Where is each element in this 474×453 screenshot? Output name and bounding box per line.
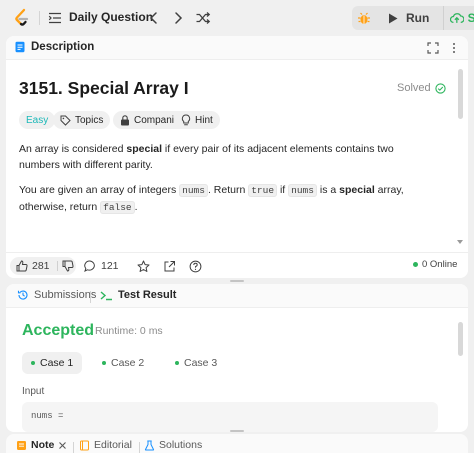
tab-submissions[interactable]: Submissions — [17, 289, 96, 301]
problem-list-icon[interactable] — [48, 11, 62, 25]
runtime-text: Runtime: 0 ms — [95, 325, 163, 337]
share-icon[interactable] — [163, 260, 176, 273]
like-count: 281 — [32, 260, 50, 272]
tab-editorial-label: Editorial — [94, 439, 132, 451]
result-status: Accepted — [22, 322, 95, 339]
difficulty-badge: Easy — [19, 111, 56, 129]
scroll-down-arrow-icon[interactable] — [457, 240, 463, 244]
hint-label: Hint — [195, 114, 213, 126]
description-paragraph-1: An array is considered special if every … — [19, 143, 394, 171]
tab-description-label: Description — [31, 41, 95, 53]
result-panel: Submissions Test Result Accepted Runtime… — [6, 284, 468, 432]
more-options-icon[interactable] — [448, 42, 460, 54]
tab-divider — [139, 442, 140, 453]
case-tab-label: Case 1 — [40, 357, 74, 369]
tab-solutions[interactable]: Solutions — [144, 439, 202, 451]
chevron-left-icon[interactable] — [146, 10, 162, 26]
toolbar-divider — [39, 11, 40, 25]
result-tabs: Submissions Test Result — [6, 284, 468, 308]
chevron-right-icon[interactable] — [170, 10, 186, 26]
difficulty-label: Easy — [26, 114, 49, 126]
play-icon — [389, 13, 398, 23]
comments-button[interactable]: 121 — [84, 257, 119, 275]
tab-divider — [90, 291, 91, 303]
input-label: Input — [22, 386, 45, 397]
tab-test-result[interactable]: Test Result — [100, 289, 176, 301]
tab-note-label: Note — [31, 439, 55, 451]
maximize-icon[interactable] — [427, 42, 439, 54]
tab-solutions-label: Solutions — [159, 439, 203, 451]
like-dislike-group: 281 — [10, 257, 76, 275]
help-circle-icon[interactable] — [189, 260, 202, 273]
solved-status: Solved — [397, 82, 446, 94]
panel-resize-handle[interactable] — [230, 280, 244, 282]
history-icon — [17, 290, 28, 300]
description-scrollbar[interactable] — [458, 69, 463, 119]
cloud-upload-icon — [450, 13, 464, 24]
lightbulb-icon — [181, 114, 191, 126]
description-footer: 281 121 0 Online — [6, 252, 468, 278]
pass-dot-icon — [102, 361, 106, 365]
star-icon[interactable] — [137, 260, 150, 273]
tab-submissions-label: Submissions — [34, 289, 97, 301]
panel-resize-handle[interactable] — [230, 430, 244, 432]
comment-icon — [84, 260, 95, 272]
lock-icon — [121, 114, 129, 125]
check-circle-icon — [434, 82, 446, 94]
submit-button-label: Su — [467, 11, 474, 25]
comment-count: 121 — [101, 260, 119, 272]
result-scrollbar[interactable] — [458, 322, 463, 356]
hint-tag[interactable]: Hint — [174, 111, 220, 129]
online-dot-icon — [413, 262, 418, 267]
tag-icon — [60, 115, 71, 126]
thumbs-down-icon[interactable] — [62, 260, 74, 272]
solved-label: Solved — [397, 82, 431, 94]
run-button[interactable]: Run — [380, 6, 442, 30]
flask-icon — [144, 440, 155, 450]
description-panel: Description 3151. Special Array I Solved… — [6, 36, 468, 278]
input-value-box: nums = — [22, 402, 438, 432]
case-tab-2[interactable]: Case 2 — [93, 352, 153, 374]
close-icon[interactable] — [58, 441, 67, 450]
note-icon — [17, 440, 26, 450]
like-divider — [56, 261, 58, 271]
pass-dot-icon — [175, 361, 179, 365]
case-tab-3[interactable]: Case 3 — [166, 352, 226, 374]
tab-editorial[interactable]: Editorial — [79, 439, 132, 451]
thumbs-up-icon[interactable] — [16, 260, 28, 272]
topics-label: Topics — [75, 114, 104, 126]
terminal-icon — [100, 290, 112, 300]
tab-divider — [73, 442, 74, 453]
topics-tag[interactable]: Topics — [53, 111, 111, 129]
input-variable-name: nums = — [31, 411, 64, 421]
problem-title: 3151. Special Array I — [19, 78, 189, 98]
online-indicator: 0 Online — [413, 259, 457, 270]
case-tab-1[interactable]: Case 1 — [22, 352, 83, 374]
description-paragraph-2: You are given an array of integers nums.… — [19, 184, 404, 214]
case-tab-label: Case 2 — [111, 357, 145, 369]
problem-list-label[interactable]: Daily Question — [69, 10, 153, 24]
tab-test-result-label: Test Result — [118, 289, 177, 301]
tab-description[interactable]: Description — [14, 41, 94, 53]
online-count: 0 Online — [422, 259, 458, 270]
book-icon — [80, 440, 89, 450]
description-panel-header: Description — [6, 36, 468, 60]
submit-button[interactable]: Su — [443, 6, 474, 30]
top-bar: Daily Question Run Su — [0, 0, 474, 36]
leetcode-logo-icon[interactable] — [12, 8, 32, 28]
run-button-label: Run — [406, 11, 430, 25]
tab-note[interactable]: Note — [16, 439, 67, 451]
document-icon — [15, 41, 25, 53]
debug-bug-icon[interactable] — [356, 10, 372, 26]
bottom-tab-bar: Note Editorial Solutions — [6, 434, 468, 453]
shuffle-icon[interactable] — [195, 10, 211, 26]
pass-dot-icon — [31, 361, 35, 365]
case-tab-label: Case 3 — [184, 357, 218, 369]
